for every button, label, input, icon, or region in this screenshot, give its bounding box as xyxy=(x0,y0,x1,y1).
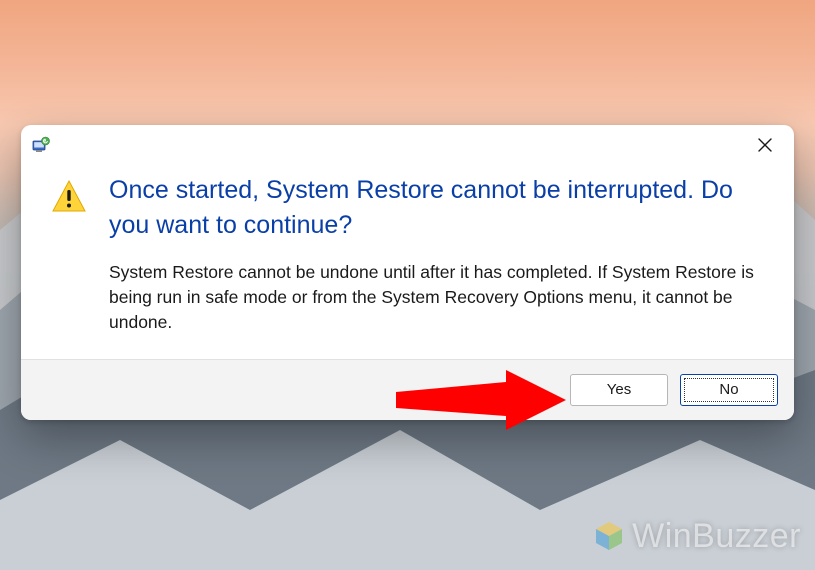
close-icon xyxy=(758,138,772,155)
watermark-logo-icon xyxy=(592,519,626,553)
system-restore-icon xyxy=(31,136,51,156)
dialog-titlebar xyxy=(21,125,794,167)
dialog-body: Once started, System Restore cannot be i… xyxy=(21,167,794,359)
dialog-headline: Once started, System Restore cannot be i… xyxy=(109,173,764,242)
dialog-action-bar: Yes No xyxy=(21,359,794,420)
watermark: WinBuzzer xyxy=(592,517,801,556)
system-restore-confirm-dialog: Once started, System Restore cannot be i… xyxy=(21,125,794,420)
yes-button[interactable]: Yes xyxy=(570,374,668,406)
desktop-background: Once started, System Restore cannot be i… xyxy=(0,0,815,570)
close-button[interactable] xyxy=(748,131,782,161)
warning-icon xyxy=(51,179,87,215)
watermark-text: WinBuzzer xyxy=(632,517,801,555)
dialog-body-text: System Restore cannot be undone until af… xyxy=(109,260,764,335)
no-button[interactable]: No xyxy=(680,374,778,406)
